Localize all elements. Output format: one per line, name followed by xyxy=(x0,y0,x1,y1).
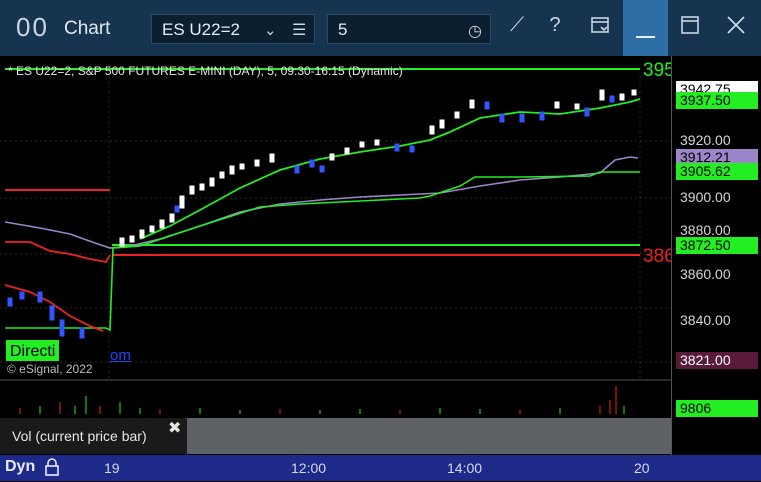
price-tag-level: 3937.50 xyxy=(676,92,758,109)
volume-bars xyxy=(19,386,625,414)
direction-badge[interactable]: Directi xyxy=(6,340,60,361)
trend-line xyxy=(139,98,641,240)
window-title: Chart xyxy=(64,18,111,39)
chevron-down-icon[interactable]: ⌄ xyxy=(264,21,277,39)
close-study-icon[interactable]: ✖ xyxy=(168,418,181,438)
clock-icon[interactable]: ◷ xyxy=(468,21,482,41)
price-tick-label: 3880.00 xyxy=(680,222,731,238)
template-icon[interactable] xyxy=(586,14,614,42)
direction-link[interactable]: om xyxy=(110,347,131,364)
volume-panel-label: Vol (current price bar) xyxy=(0,418,187,454)
time-label: 19 xyxy=(104,460,120,476)
price-tick-label: 3840.00 xyxy=(680,312,731,328)
time-label: 14:00 xyxy=(447,460,483,476)
price-axis[interactable]: 3942.75 3937.50 3920.00 3912.21 3905.62 … xyxy=(671,56,761,455)
time-label: 12:00 xyxy=(291,460,327,476)
time-label: 20 xyxy=(634,460,650,476)
symbol-value: ES U22=2 xyxy=(162,20,240,39)
symbol-input[interactable]: ES U22=2 ⌄ ☰ xyxy=(151,14,315,44)
time-axis[interactable]: Dyn 19 12:00 14:00 20 xyxy=(0,455,761,481)
lock-icon[interactable] xyxy=(44,457,60,482)
interval-value: 5 xyxy=(338,20,348,39)
chart-header: * ES U22=2, S&P 500 FUTURES E-MINI (DAY)… xyxy=(8,64,403,78)
volume-tag: 9806 xyxy=(676,400,758,417)
draw-tool-icon[interactable]: ⟋ xyxy=(503,14,531,37)
dynamic-mode-label[interactable]: Dyn xyxy=(5,458,35,476)
price-tag-level-mid: 3872.50 xyxy=(676,237,758,254)
price-tag-low: 3821.00 xyxy=(676,352,758,369)
chart-canvas xyxy=(0,68,671,414)
volume-label-text: Vol (current price bar) xyxy=(12,428,147,444)
support-step-line xyxy=(5,171,640,332)
price-tag-support: 3905.62 xyxy=(676,163,758,180)
price-tick-label: 3920.00 xyxy=(680,132,731,148)
right-price-label-red: 386 xyxy=(643,246,675,267)
candles xyxy=(7,89,637,339)
volume-panel-bar xyxy=(187,418,671,454)
list-icon[interactable]: ☰ xyxy=(292,20,306,40)
interval-input[interactable]: 5 ◷ xyxy=(327,14,491,44)
downtrend-line xyxy=(5,241,111,264)
close-icon[interactable] xyxy=(722,14,750,42)
price-chart[interactable] xyxy=(0,56,671,455)
help-icon[interactable]: ? xyxy=(541,14,569,37)
price-tick-label: 3900.00 xyxy=(680,189,731,205)
right-price-label-green: 395 xyxy=(643,60,675,81)
maximize-icon[interactable] xyxy=(676,14,704,42)
price-tick-label: 3860.00 xyxy=(680,266,731,282)
title-bar: 00 Chart ES U22=2 ⌄ ☰ 5 ◷ ⟋ ? xyxy=(0,0,761,56)
minimize-button[interactable] xyxy=(623,0,668,56)
esignal-watermark: © eSignal, 2022 xyxy=(7,362,93,376)
app-logo: 00 xyxy=(16,12,49,42)
